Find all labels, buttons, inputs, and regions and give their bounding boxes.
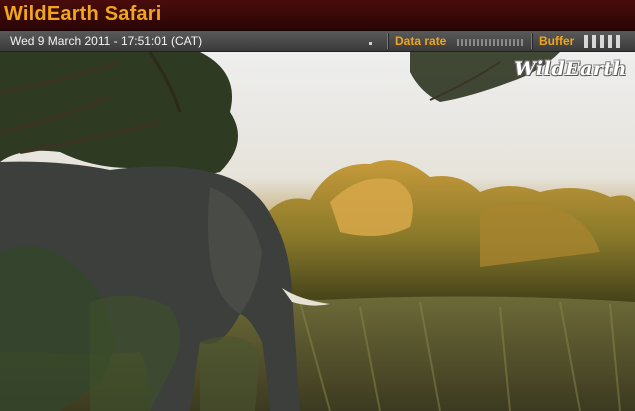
wildearth-watermark-logo: WildEarth	[514, 58, 627, 80]
data-rate-bar	[517, 39, 519, 46]
data-rate-bar	[485, 39, 487, 46]
buffer-segment	[608, 35, 612, 48]
buffer-segment	[592, 35, 596, 48]
data-rate-bar	[501, 39, 503, 46]
player-window: WildEarth Safari Wed 9 March 2011 - 17:5…	[0, 0, 635, 411]
data-rate-meter	[457, 36, 525, 48]
divider	[531, 33, 533, 49]
data-rate-bar	[497, 39, 499, 46]
title-bar: WildEarth Safari	[0, 0, 635, 31]
app-title: WildEarth Safari	[4, 3, 162, 25]
data-rate-bar	[521, 39, 523, 46]
data-rate-bar	[489, 39, 491, 46]
data-rate-bar	[481, 39, 483, 46]
timestamp: Wed 9 March 2011 - 17:51:01 (CAT)	[10, 34, 203, 48]
data-rate-bar	[461, 39, 463, 46]
data-rate-bar	[493, 39, 495, 46]
data-rate-label: Data rate	[395, 34, 447, 48]
buffer-segment	[600, 35, 604, 48]
data-rate-bar	[473, 39, 475, 46]
data-rate-bar	[513, 39, 515, 46]
buffer-label: Buffer	[539, 34, 575, 48]
data-rate-bar	[509, 39, 511, 46]
data-rate-bar	[505, 39, 507, 46]
status-dot-icon	[369, 42, 372, 45]
data-rate-bar	[465, 39, 467, 46]
buffer-meter	[584, 35, 624, 48]
status-bar: Wed 9 March 2011 - 17:51:01 (CAT) Data r…	[0, 31, 635, 52]
data-rate-bar	[469, 39, 471, 46]
data-rate-bar	[477, 39, 479, 46]
divider	[387, 33, 389, 49]
buffer-segment	[616, 35, 620, 48]
video-feed[interactable]: WildEarth	[0, 52, 635, 411]
data-rate-bar	[457, 39, 459, 46]
safari-scene-image	[0, 52, 635, 411]
buffer-segment	[584, 35, 588, 48]
